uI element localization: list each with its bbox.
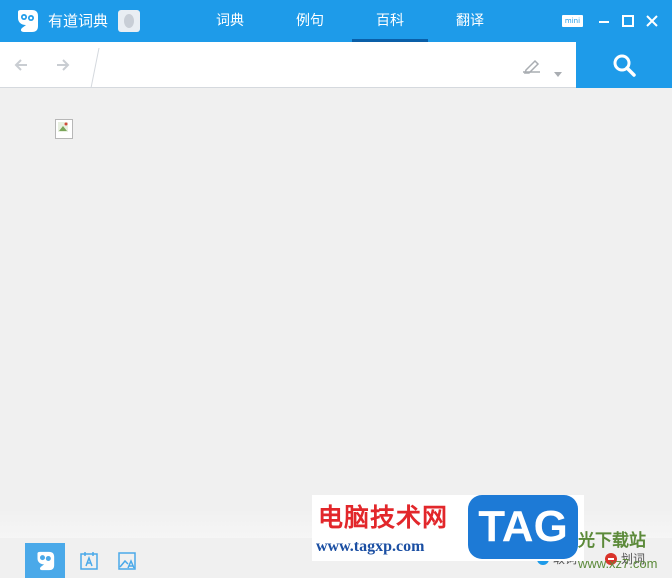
watermark-site-url: www.tagxp.com [316,538,425,555]
dictionary-mode-button[interactable] [25,543,65,578]
search-bar [0,42,672,89]
watermark-site2-url: www.xz7.com [578,556,658,571]
forward-arrow-icon[interactable] [55,57,71,73]
dictionary-icon [37,551,55,571]
tab-encyclopedia[interactable]: 百科 [350,0,430,42]
app-title: 有道词典 [48,12,109,30]
input-divider [90,47,100,89]
maximize-icon[interactable] [620,13,636,29]
youdao-logo-icon [15,9,39,33]
minimize-icon[interactable] [596,13,612,29]
watermark-site-name: 电脑技术网 [318,503,449,532]
tab-dictionary[interactable]: 词典 [190,0,270,42]
word-card-button[interactable] [69,543,109,578]
encyclopedia-content [0,88,672,538]
search-icon [613,54,636,77]
handwrite-icon[interactable] [522,58,542,74]
search-input[interactable] [103,50,513,80]
watermark-tag-logo: TAG [468,495,578,559]
watermark-site2-name: 光下载站 [578,531,646,551]
tab-example-sentences[interactable]: 例句 [270,0,350,42]
avatar-icon[interactable] [118,10,140,32]
image-translate-icon [118,552,136,570]
close-icon[interactable] [644,13,660,29]
tab-translate[interactable]: 翻译 [430,0,510,42]
title-bar: 有道词典 词典 例句 百科 翻译 mini [0,0,672,42]
main-tabs: 词典 例句 百科 翻译 [190,0,510,42]
mini-mode-button[interactable]: mini [562,15,583,27]
image-translate-button[interactable] [107,543,147,578]
word-card-icon [80,552,98,570]
watermark-tagxp: 电脑技术网 www.tagxp.com TAG [312,495,584,561]
search-button[interactable] [576,42,672,88]
broken-image-icon [55,119,73,139]
chevron-down-icon[interactable] [553,63,563,77]
back-arrow-icon[interactable] [13,57,29,73]
